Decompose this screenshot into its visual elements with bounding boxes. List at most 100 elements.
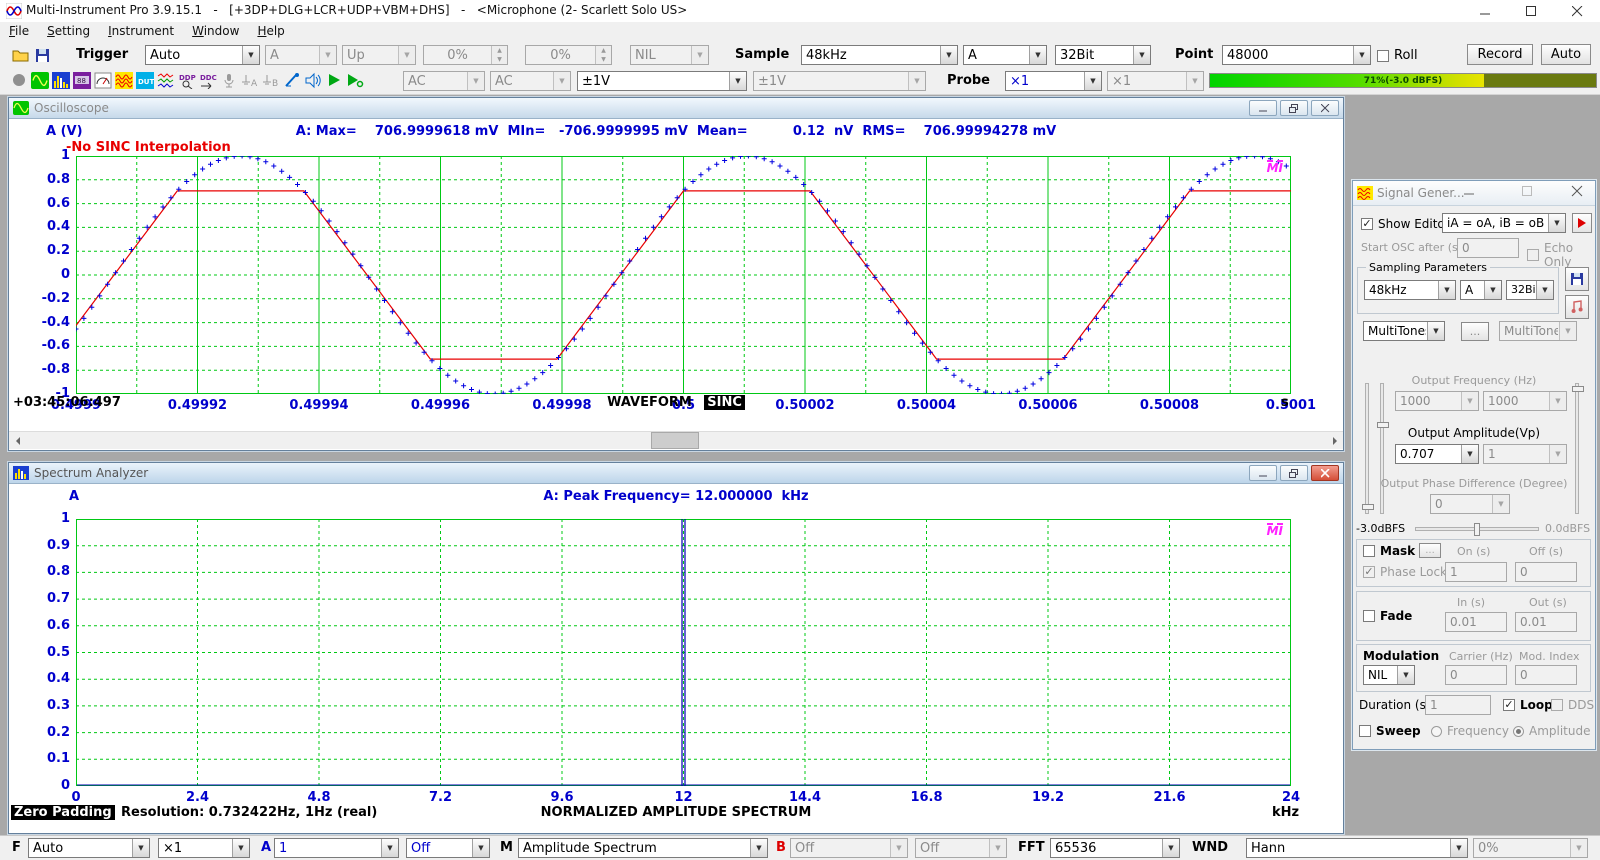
checkbox-icon[interactable] <box>1361 218 1373 230</box>
open-file-icon[interactable] <box>11 45 30 65</box>
menu-setting[interactable]: Setting <box>38 22 99 42</box>
chevron-down-icon[interactable]: ▼ <box>1353 46 1370 64</box>
minimize-icon[interactable] <box>1249 465 1277 481</box>
spectrum-analyzer-icon[interactable] <box>51 70 70 90</box>
oscilloscope-titlebar[interactable]: Oscilloscope <box>9 98 1343 119</box>
menu-help[interactable]: Help <box>248 22 293 42</box>
menu-instrument[interactable]: Instrument <box>99 22 183 42</box>
checkbox-icon[interactable] <box>1377 50 1389 62</box>
checkbox-icon[interactable] <box>1503 699 1515 711</box>
ground-a-icon[interactable]: A <box>240 70 259 90</box>
run-echo-icon[interactable] <box>345 70 364 90</box>
freq-mult-select[interactable]: ×1▼ <box>158 838 250 858</box>
restore-icon[interactable] <box>1280 100 1308 116</box>
minimize-icon[interactable] <box>1249 100 1277 116</box>
fft-size-select[interactable]: 65536▼ <box>1050 838 1180 858</box>
window-function-select[interactable]: Hann▼ <box>1246 838 1468 858</box>
calibration-icon[interactable] <box>282 70 301 90</box>
chevron-down-icon[interactable]: ▼ <box>381 839 398 857</box>
ddp-viewer-icon[interactable]: DDP <box>177 70 196 90</box>
slider-thumb[interactable] <box>1474 523 1480 536</box>
chevron-down-icon[interactable]: ▼ <box>1427 322 1444 340</box>
chevron-down-icon[interactable]: ▼ <box>1133 46 1150 64</box>
chevron-down-icon[interactable]: ▼ <box>1084 72 1101 90</box>
restore-icon[interactable] <box>1280 465 1308 481</box>
chevron-down-icon[interactable]: ▼ <box>1484 281 1501 299</box>
sample-rate-select[interactable]: 48kHz▼ <box>801 45 958 65</box>
sweep-checkbox[interactable]: Sweep <box>1359 724 1421 738</box>
record-button[interactable]: Record <box>1467 44 1533 65</box>
chevron-down-icon[interactable]: ▼ <box>1548 214 1565 232</box>
scroll-right-icon[interactable] <box>1326 432 1343 449</box>
chevron-down-icon[interactable]: ▼ <box>1162 839 1179 857</box>
gen-rate-select[interactable]: 48kHz▼ <box>1364 280 1456 300</box>
data-logger-icon[interactable] <box>93 70 112 90</box>
spectrum-titlebar[interactable]: Spectrum Analyzer <box>9 463 1343 484</box>
sample-bits-select[interactable]: 32Bit▼ <box>1055 45 1151 65</box>
range-a-select[interactable]: ±1V▼ <box>577 71 747 91</box>
generator-run-button[interactable] <box>1572 213 1592 233</box>
save-signal-button[interactable] <box>1565 267 1589 291</box>
a-ref-select[interactable]: Off▼ <box>406 838 490 858</box>
frequency-slider-b[interactable] <box>1575 383 1579 514</box>
menu-file[interactable]: File <box>0 22 38 42</box>
chevron-down-icon[interactable]: ▼ <box>750 839 767 857</box>
close-icon[interactable] <box>1311 100 1339 116</box>
checkbox-icon[interactable] <box>1363 545 1375 557</box>
ddc-icon[interactable]: DDC <box>198 70 217 90</box>
device-test-plan-icon[interactable]: DUT <box>135 70 154 90</box>
auto-button[interactable]: Auto <box>1541 44 1591 65</box>
checkbox-icon[interactable] <box>1359 725 1371 737</box>
scroll-left-icon[interactable] <box>9 432 26 449</box>
chevron-down-icon[interactable]: ▼ <box>729 72 746 90</box>
gen-bits-select[interactable]: 32Bit▼ <box>1506 280 1554 300</box>
save-icon[interactable] <box>33 45 52 65</box>
fade-checkbox[interactable]: Fade <box>1363 609 1412 623</box>
close-icon[interactable] <box>1554 0 1600 22</box>
frequency-slider-a[interactable] <box>1380 383 1384 514</box>
chevron-down-icon[interactable]: ▼ <box>1438 281 1455 299</box>
freq-axis-select[interactable]: Auto▼ <box>28 838 150 858</box>
oscilloscope-scrollbar[interactable] <box>9 431 1343 449</box>
scrollbar-thumb[interactable] <box>651 432 699 449</box>
close-icon[interactable] <box>1311 465 1339 481</box>
roll-checkbox[interactable]: Roll <box>1377 48 1418 63</box>
chevron-down-icon[interactable]: ▼ <box>472 839 489 857</box>
oscilloscope-icon[interactable] <box>30 70 49 90</box>
mask-checkbox[interactable]: Mask <box>1363 544 1415 558</box>
sinc-badge[interactable]: SINC <box>704 395 745 410</box>
signal-generator-titlebar[interactable]: Signal Gener... <box>1353 181 1595 206</box>
analysis-mode-select[interactable]: Amplitude Spectrum▼ <box>518 838 768 858</box>
a-gain-select[interactable]: 1▼ <box>274 838 399 858</box>
maximize-icon[interactable] <box>1508 0 1554 22</box>
gen-channel-select[interactable]: A▼ <box>1460 280 1502 300</box>
slider-thumb[interactable] <box>1362 504 1374 510</box>
sample-channel-select[interactable]: A▼ <box>963 45 1047 65</box>
minimize-icon[interactable] <box>1463 185 1475 201</box>
multitones-config-button[interactable]: ... <box>1461 322 1489 341</box>
play-music-file-button[interactable] <box>1565 295 1589 319</box>
checkbox-icon[interactable] <box>1363 610 1375 622</box>
chevron-down-icon[interactable]: ▼ <box>1450 839 1467 857</box>
chevron-down-icon[interactable]: ▼ <box>1461 445 1478 463</box>
sound-output-icon[interactable] <box>303 70 322 90</box>
amp-a-select[interactable]: 0.707▼ <box>1395 444 1479 464</box>
wave-a-select[interactable]: MultiTones▼ <box>1363 321 1445 341</box>
ground-b-icon[interactable]: B <box>261 70 280 90</box>
chevron-down-icon[interactable]: ▼ <box>940 46 957 64</box>
chevron-down-icon[interactable]: ▼ <box>1397 666 1414 684</box>
chevron-down-icon[interactable]: ▼ <box>242 46 259 64</box>
trigger-mode-select[interactable]: Auto▼ <box>145 45 260 65</box>
loop-checkbox[interactable]: Loop <box>1503 698 1553 712</box>
menu-window[interactable]: Window <box>183 22 248 42</box>
modulation-type-select[interactable]: NIL▼ <box>1363 665 1415 685</box>
show-editor-checkbox[interactable]: Show Editor <box>1361 217 1450 231</box>
signal-generator-icon[interactable] <box>114 70 133 90</box>
minimize-icon[interactable] <box>1462 0 1508 22</box>
record-icon[interactable] <box>9 70 28 90</box>
derived-data-curves-icon[interactable] <box>156 70 175 90</box>
close-icon[interactable] <box>1571 185 1583 201</box>
chevron-down-icon[interactable]: ▼ <box>1029 46 1046 64</box>
microphone-icon[interactable] <box>219 70 238 90</box>
multimeter-icon[interactable]: 88 <box>72 70 91 90</box>
